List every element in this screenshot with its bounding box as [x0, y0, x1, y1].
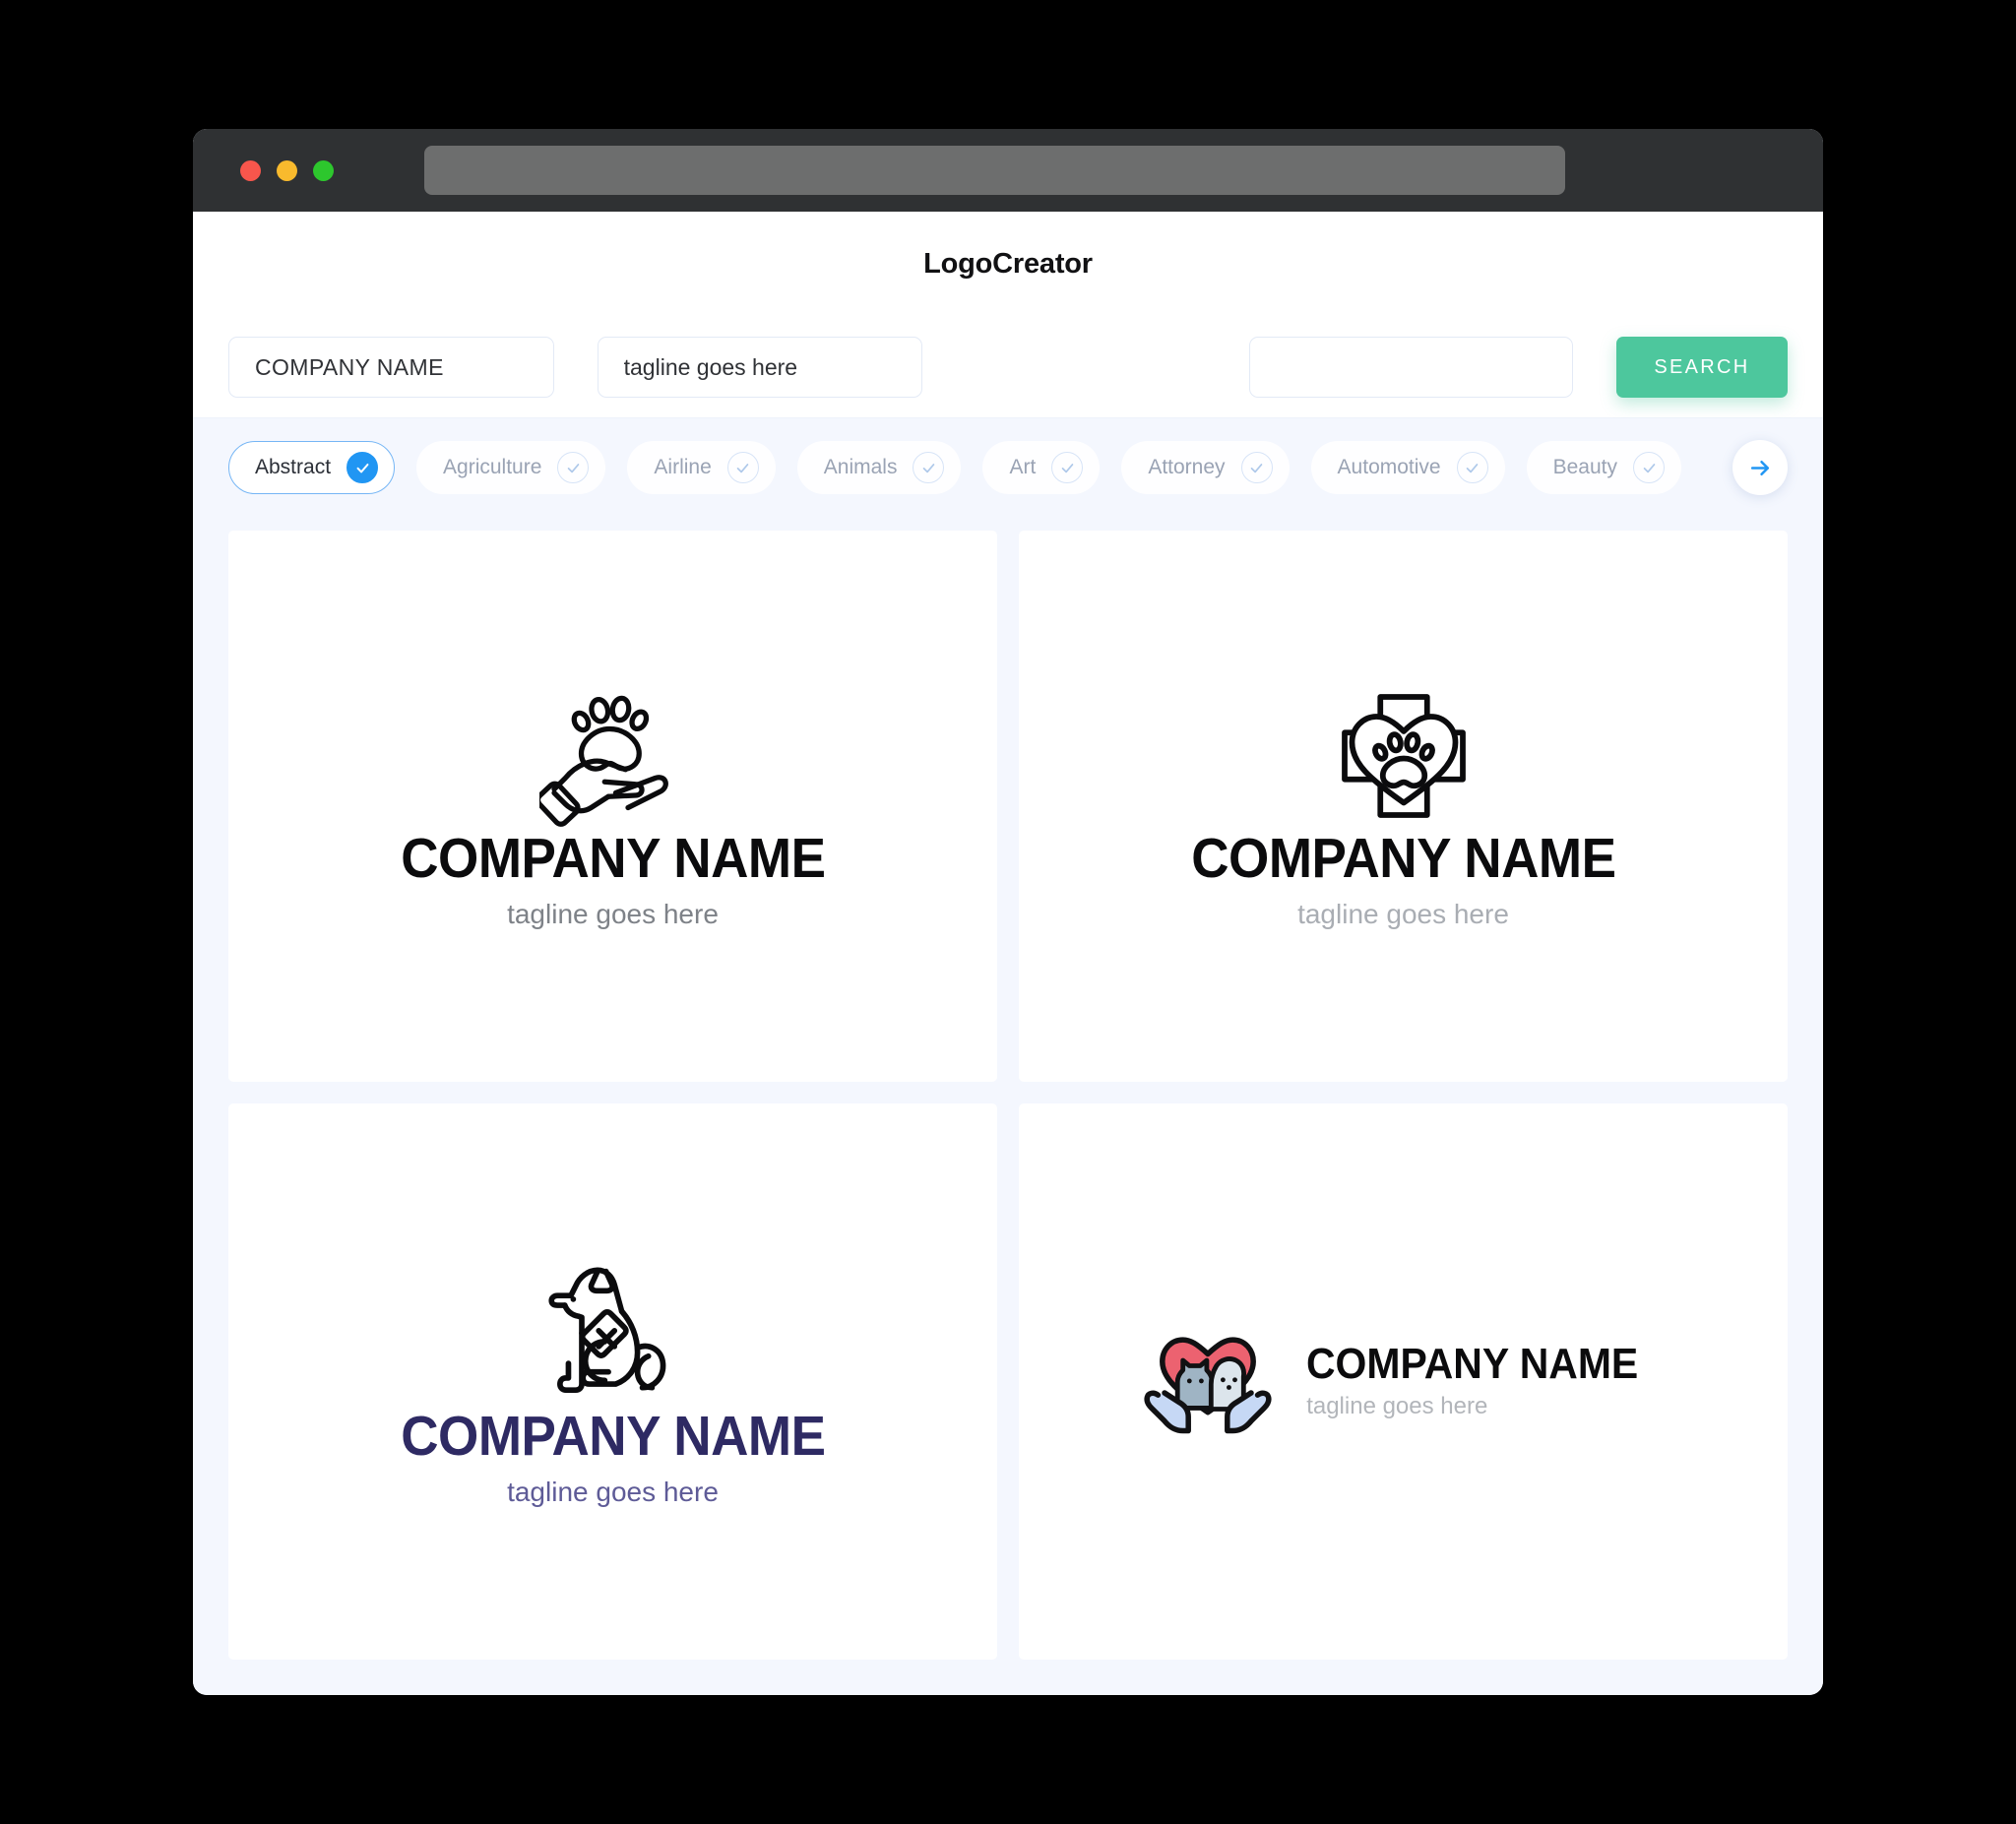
- category-chip-agriculture[interactable]: Agriculture: [416, 441, 606, 494]
- category-label: Beauty: [1552, 456, 1617, 478]
- company-name-input[interactable]: COMPANY NAME: [228, 337, 554, 398]
- category-label: Automotive: [1337, 456, 1441, 478]
- logo-card[interactable]: COMPANY NAME tagline goes here: [1019, 1103, 1788, 1660]
- arrow-right-icon: [1750, 460, 1769, 475]
- logo-card[interactable]: COMPANY NAME tagline goes here: [228, 531, 997, 1082]
- browser-window: LogoCreator COMPANY NAME tagline goes he…: [193, 129, 1823, 1695]
- logo-tagline: tagline goes here: [1306, 1393, 1488, 1420]
- check-icon: [1456, 452, 1488, 483]
- category-label: Abstract: [255, 456, 332, 478]
- minimize-window-button[interactable]: [277, 159, 297, 181]
- category-label: Attorney: [1148, 456, 1226, 478]
- category-label: Agriculture: [443, 456, 542, 478]
- logo-tagline: tagline goes here: [507, 1476, 719, 1507]
- hand-holding-paw-icon: [538, 682, 687, 830]
- check-icon: [913, 452, 945, 483]
- check-icon: [1240, 452, 1273, 483]
- cross-heart-paw-icon: [1330, 682, 1478, 830]
- hands-heart-pets-icon: [1143, 1317, 1273, 1447]
- next-categories-button[interactable]: [1732, 440, 1788, 495]
- category-chip-beauty[interactable]: Beauty: [1526, 441, 1681, 494]
- category-chip-airline[interactable]: Airline: [627, 441, 776, 494]
- check-icon: [1051, 452, 1084, 483]
- keyword-input[interactable]: [1249, 337, 1573, 398]
- category-chip-abstract[interactable]: Abstract: [228, 441, 396, 494]
- category-chip-art[interactable]: Art: [982, 441, 1101, 494]
- category-label: Art: [1009, 456, 1037, 478]
- logo-tagline: tagline goes here: [507, 898, 719, 929]
- check-icon: [346, 452, 379, 483]
- category-label: Animals: [823, 456, 898, 478]
- check-icon: [1633, 452, 1665, 483]
- logo-company-name: COMPANY NAME: [1190, 827, 1616, 891]
- category-chip-automotive[interactable]: Automotive: [1310, 441, 1505, 494]
- search-button[interactable]: SEARCH: [1615, 337, 1788, 398]
- category-chip-attorney[interactable]: Attorney: [1121, 441, 1290, 494]
- maximize-window-button[interactable]: [313, 159, 334, 181]
- logo-company-name: COMPANY NAME: [1306, 1339, 1639, 1388]
- browser-titlebar: [193, 129, 1823, 212]
- category-label: Airline: [654, 456, 712, 478]
- logo-company-name: COMPANY NAME: [400, 1405, 826, 1469]
- logo-card[interactable]: COMPANY NAME tagline goes here: [228, 1103, 997, 1660]
- category-chip-animals[interactable]: Animals: [796, 441, 962, 494]
- check-icon: [726, 452, 759, 483]
- address-bar[interactable]: [424, 146, 1565, 195]
- search-toolbar: COMPANY NAME tagline goes here SEARCH: [193, 317, 1823, 418]
- page-title: LogoCreator: [923, 248, 1093, 280]
- logo-results-grid: COMPANY NAME tagline goes here COMPANY N…: [193, 517, 1823, 1695]
- check-icon: [557, 452, 590, 483]
- close-window-button[interactable]: [240, 159, 261, 181]
- category-filter-bar: Abstract Agriculture Airline Animals Art: [193, 418, 1823, 517]
- app-header: LogoCreator: [193, 212, 1823, 317]
- tagline-input[interactable]: tagline goes here: [597, 337, 923, 398]
- logo-tagline: tagline goes here: [1297, 898, 1509, 929]
- traffic-lights: [240, 159, 334, 181]
- logo-card[interactable]: COMPANY NAME tagline goes here: [1019, 531, 1788, 1082]
- logo-company-name: COMPANY NAME: [400, 827, 826, 891]
- service-dog-icon: [535, 1255, 692, 1408]
